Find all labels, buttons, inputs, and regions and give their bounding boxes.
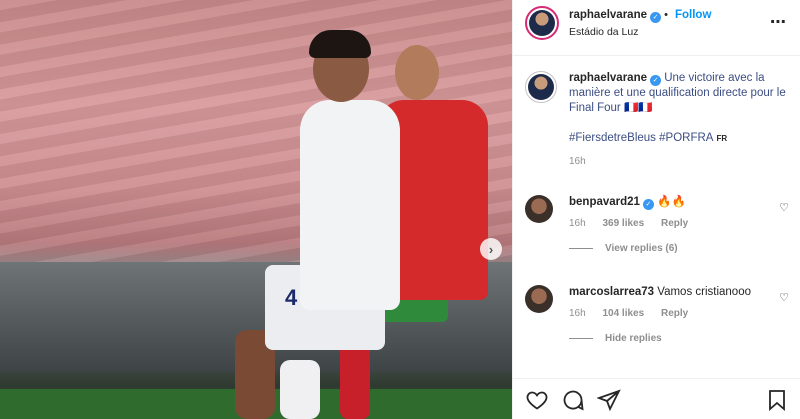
shirt-number: 4 [285, 285, 298, 310]
comment-text: 🔥🔥 [657, 196, 686, 208]
comments-section[interactable]: raphaelvarane ✓ Une victoire avec la mani… [513, 57, 800, 377]
comment-username[interactable]: benpavard21 [569, 196, 640, 208]
reply-button[interactable]: Reply [661, 308, 688, 319]
reply-button[interactable]: Reply [661, 218, 688, 229]
post-side-panel: raphaelvarane ✓ • Follow Estádio da Luz ⋯… [512, 0, 800, 419]
caption-timestamp[interactable]: 16h [569, 156, 795, 167]
caption-username[interactable]: raphaelvarane [569, 72, 647, 84]
avatar[interactable] [525, 71, 557, 103]
share-icon[interactable] [596, 388, 621, 412]
post-actions-bar [513, 378, 800, 419]
post-photo[interactable]: 4 › [0, 0, 512, 419]
verified-badge-icon: ✓ [650, 12, 661, 23]
avatar[interactable] [525, 195, 553, 223]
chevron-right-icon[interactable]: › [480, 238, 502, 260]
location-link[interactable]: Estádio da Luz [569, 26, 638, 38]
comment-timestamp[interactable]: 16h [569, 308, 586, 319]
hide-replies-button[interactable]: Hide replies [569, 333, 795, 344]
heart-icon[interactable] [525, 388, 549, 412]
comment-likes[interactable]: 104 likes [602, 308, 644, 319]
avatar[interactable] [525, 6, 559, 40]
post-caption: raphaelvarane ✓ Une victoire avec la mani… [525, 71, 795, 167]
caption-hashtags[interactable]: #FiersdetreBleus #PORFRA [569, 132, 713, 144]
bookmark-icon[interactable] [765, 388, 789, 412]
more-options-icon[interactable]: ⋯ [770, 12, 787, 32]
post-header: raphaelvarane ✓ • Follow Estádio da Luz ⋯ [513, 0, 800, 56]
comment-username[interactable]: marcoslarrea73 [569, 286, 654, 298]
comment-likes[interactable]: 369 likes [602, 218, 644, 229]
comment-timestamp[interactable]: 16h [569, 218, 586, 229]
comment-icon[interactable] [561, 388, 585, 412]
post-username[interactable]: raphaelvarane [569, 9, 647, 21]
view-replies-button[interactable]: View replies (6) [569, 243, 795, 254]
verified-badge-icon: ✓ [650, 75, 661, 86]
avatar[interactable] [525, 285, 553, 313]
verified-badge-icon: ✓ [642, 199, 654, 210]
comment-item: benpavard21 ✓ 🔥🔥 16h 369 likes Reply View… [525, 195, 795, 254]
language-badge: FR [716, 134, 728, 143]
comment-item: marcoslarrea73 Vamos cristianooo 16h 104… [525, 285, 795, 344]
comment-text: Vamos cristianooo [657, 286, 751, 298]
comment-like-icon[interactable]: ♡ [779, 201, 789, 214]
comment-like-icon[interactable]: ♡ [779, 291, 789, 304]
player-white-kit: 4 [205, 30, 400, 419]
follow-button[interactable]: Follow [675, 9, 711, 21]
